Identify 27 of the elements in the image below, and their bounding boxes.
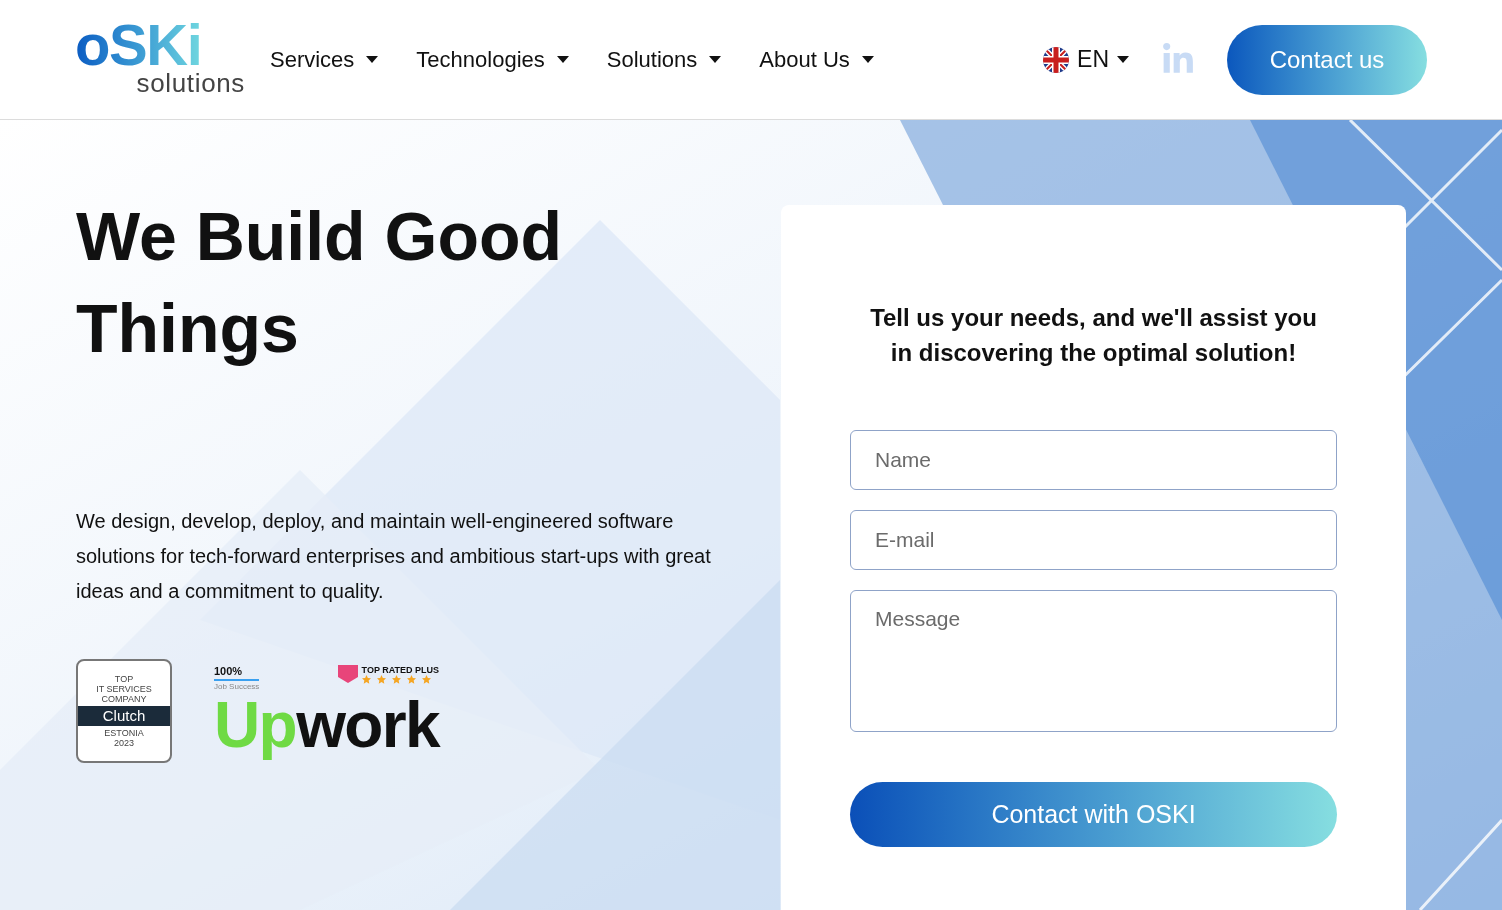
rating-label: TOP RATED PLUS [361, 665, 440, 675]
form-heading: Tell us your needs, and we'll assist you in discovering the optimal solution! [869, 303, 1318, 368]
input-field[interactable]: Name [850, 430, 1337, 490]
badge-text: 2023 [114, 738, 134, 748]
nav-link[interactable]: About Us [759, 43, 874, 76]
badge-text: TOP [114, 674, 134, 684]
caret-icon [1117, 56, 1129, 63]
shield-icon [337, 665, 358, 683]
input-field[interactable]: E-mail [850, 510, 1337, 570]
badge-brand: Clutch [78, 706, 170, 726]
caret-icon [861, 56, 874, 63]
badge-text: COMPANY [101, 694, 147, 704]
hero-description: We design, develop, deploy, and maintain well-engineered software solutions for tech-forward enterprises and ambitious start-ups with great ideas and a commitment to quality. [76, 509, 712, 604]
caret-icon [556, 56, 569, 63]
nav-link[interactable]: Services [270, 43, 379, 76]
caret-icon [709, 56, 722, 63]
nav-link[interactable]: Solutions [606, 43, 722, 76]
message-field[interactable]: Message [850, 590, 1337, 732]
hero-title: We Build Good Things [76, 197, 564, 368]
success-label: Job Success [214, 681, 260, 693]
badge-text: IT SERVICES [96, 684, 152, 694]
language-selector[interactable]: EN [1077, 42, 1129, 77]
caret-icon [366, 56, 379, 63]
badge-text: ESTONIA [104, 728, 144, 738]
uk-flag-icon [1043, 46, 1070, 73]
nav-link[interactable]: Technologies [416, 43, 569, 76]
success-rate: 100% [214, 665, 260, 681]
